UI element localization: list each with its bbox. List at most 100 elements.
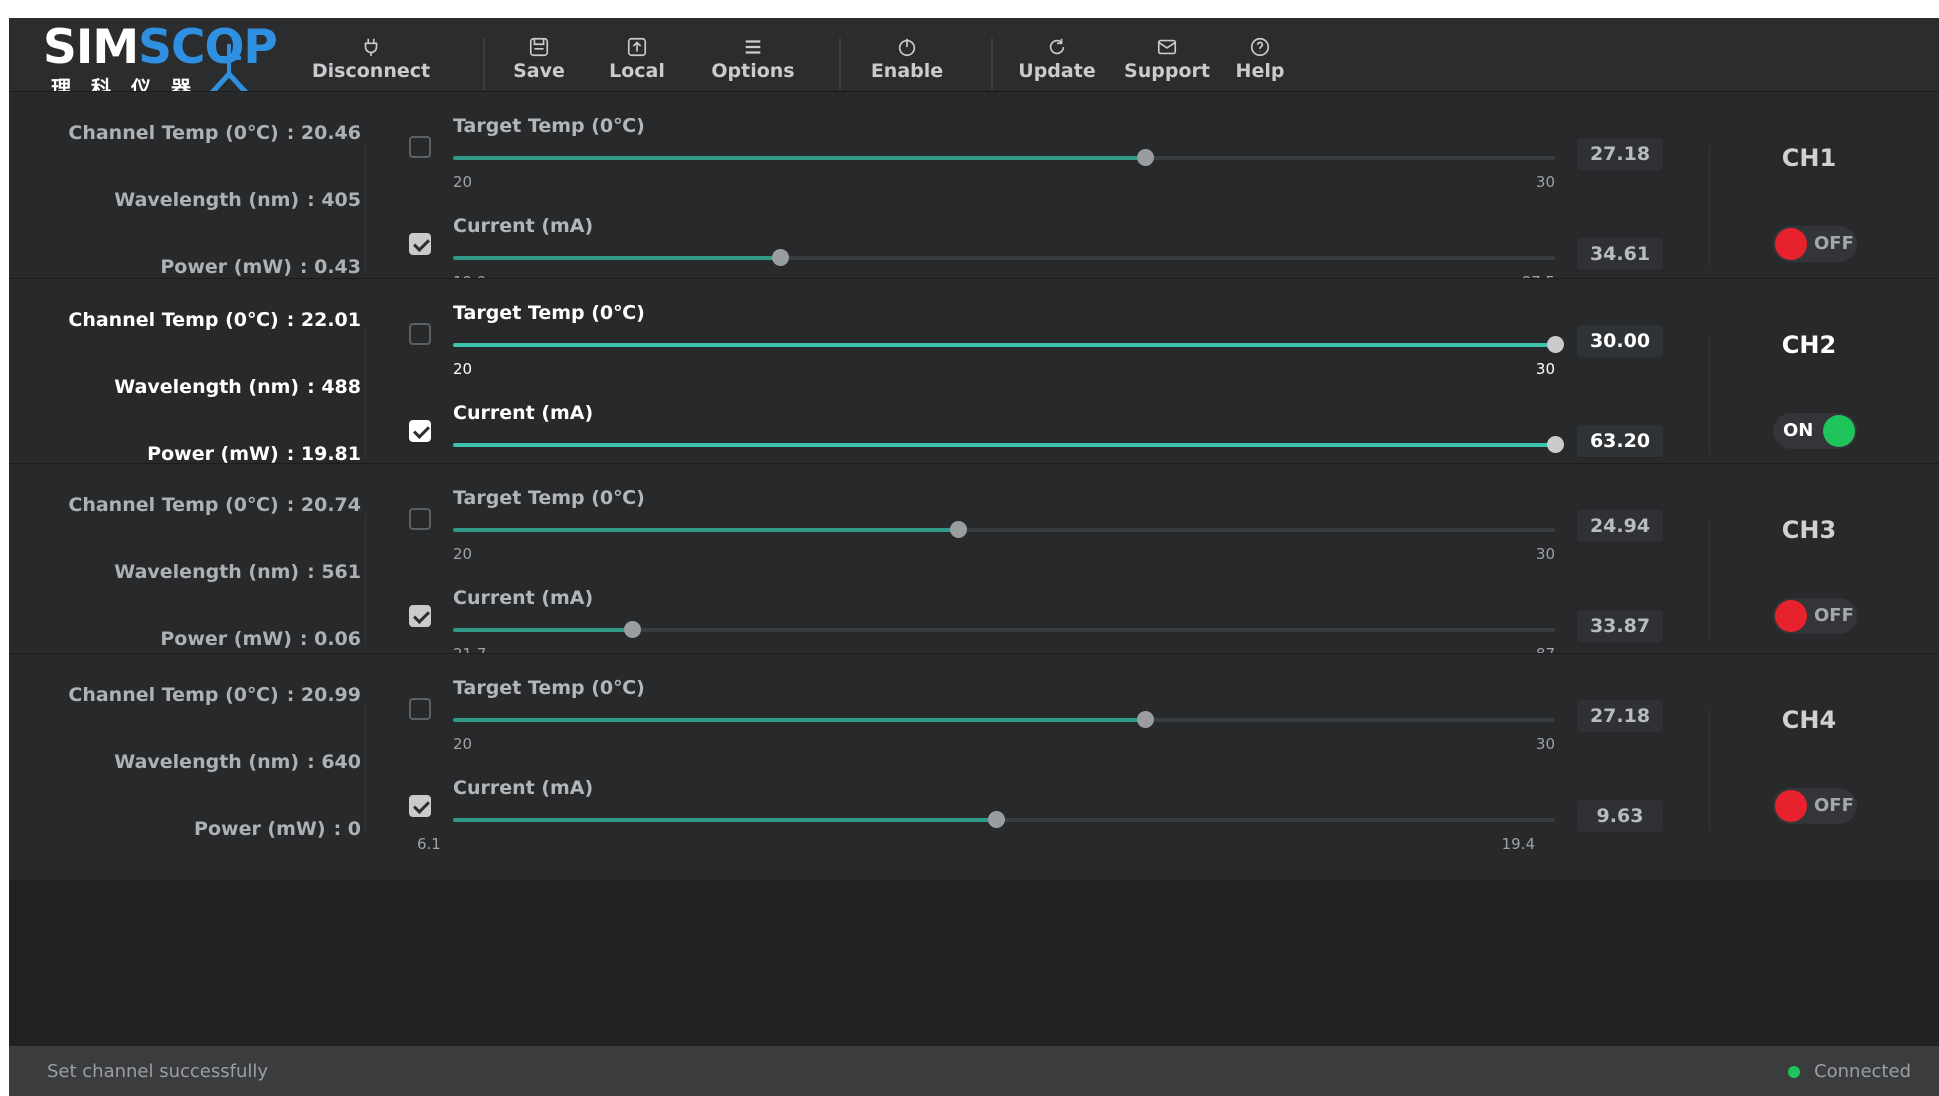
target-temp-min: 20 [453,545,473,563]
current-slider-fill [453,443,1555,447]
options-button[interactable]: Options [703,36,803,98]
channel-power-toggle[interactable]: OFF [1773,598,1857,634]
support-button[interactable]: Support [1117,36,1217,98]
current-label: Current (mA) [453,215,594,237]
power-value: : 0.06 [299,628,361,650]
current-slider-handle[interactable] [988,811,1006,828]
toggle-knob-icon [1823,415,1855,447]
channel-temp-value: : 20.99 [286,684,361,706]
panel-divider [365,704,366,834]
current-value-box[interactable]: 9.63 [1577,800,1663,832]
target-temp-checkbox[interactable] [409,323,431,345]
channel-temp-readout: Channel Temp (0℃): 20.74 [68,494,361,516]
current-label: Current (mA) [453,777,594,799]
current-slider[interactable] [453,811,1555,828]
channel-power-toggle[interactable]: OFF [1773,788,1857,824]
current-value-box[interactable]: 63.20 [1577,425,1663,457]
current-value-box[interactable]: 33.87 [1577,610,1663,642]
current-slider-fill [453,628,632,632]
target-temp-min: 20 [453,360,473,378]
help-button[interactable]: Help [1225,36,1295,98]
save-button[interactable]: Save [499,36,579,98]
current-checkbox[interactable] [409,795,431,817]
current-min: 6.1 [417,835,441,853]
target-temp-checkbox[interactable] [409,136,431,158]
channel-name: CH2 [1781,331,1837,359]
update-button[interactable]: Update [1007,36,1107,98]
menu-icon [745,40,761,54]
channel-temp-readout: Channel Temp (0℃): 20.46 [68,122,361,144]
target-temp-slider[interactable] [453,521,1555,538]
target-temp-checkbox[interactable] [409,508,431,530]
target-temp-slider-handle[interactable] [1137,149,1155,166]
current-checkbox[interactable] [409,420,431,442]
save-icon [529,37,549,57]
toolbar-divider [483,38,485,90]
target-temp-label: Target Temp (0℃) [453,677,645,699]
current-checkbox[interactable] [409,605,431,627]
current-checkbox[interactable] [409,233,431,255]
power-readout: Power (mW): 0.43 [160,256,361,278]
current-slider[interactable] [453,436,1564,453]
local-button[interactable]: Local [597,36,677,98]
power-label: Power (mW) [160,256,292,278]
current-label: Current (mA) [453,587,594,609]
connection-status: Connected [1788,1061,1911,1082]
power-readout: Power (mW): 19.81 [147,443,361,465]
current-slider-handle[interactable] [772,249,790,266]
current-slider-handle[interactable] [623,621,641,638]
target-temp-slider-handle[interactable] [1547,336,1564,353]
target-temp-label: Target Temp (0℃) [453,302,645,324]
target-temp-slider-fill [453,156,1146,160]
panel-divider [365,142,366,272]
logo-brand-white: SIM [43,20,139,75]
target-temp-slider-fill [453,528,958,532]
channel-power-toggle[interactable]: OFF [1773,226,1857,262]
target-temp-value-box[interactable]: 24.94 [1577,510,1663,542]
current-slider-fill [453,256,781,260]
target-temp-slider-handle[interactable] [949,521,967,538]
panel-divider [365,514,366,644]
disconnect-button[interactable]: Disconnect [309,36,433,98]
current-slider[interactable] [453,621,1555,638]
channel-panel-ch4: Channel Temp (0℃): 20.99 Wavelength (nm)… [9,653,1939,880]
current-slider-fill [453,818,997,822]
current-slider-handle[interactable] [1547,436,1564,453]
wavelength-value: : 405 [307,189,361,211]
toggle-state-label: OFF [1814,233,1854,254]
panel-divider [1709,709,1710,829]
mail-icon [1157,39,1177,55]
target-temp-value-box[interactable]: 27.18 [1577,700,1663,732]
target-temp-slider-fill [453,718,1146,722]
panel-divider [1709,334,1710,454]
toggle-state-label: OFF [1814,605,1854,626]
connection-label: Connected [1814,1061,1911,1082]
target-temp-slider[interactable] [453,149,1555,166]
toggle-knob-icon [1775,600,1807,632]
channel-temp-readout: Channel Temp (0℃): 20.99 [68,684,361,706]
target-temp-max: 30 [1535,545,1555,563]
channel-name: CH1 [1781,144,1837,172]
wavelength-readout: Wavelength (nm): 488 [114,376,361,398]
enable-button[interactable]: Enable [857,36,957,98]
toggle-knob-icon [1775,790,1807,822]
toggle-knob-icon [1775,228,1807,260]
target-temp-slider-handle[interactable] [1137,711,1155,728]
help-icon [1250,37,1270,57]
current-value-box[interactable]: 34.61 [1577,238,1663,270]
power-label: Power (mW) [194,818,326,840]
channel-readouts: Channel Temp (0℃): 20.99 Wavelength (nm)… [9,654,369,881]
target-temp-min: 20 [453,173,473,191]
target-temp-slider[interactable] [453,711,1555,728]
channel-temp-value: : 20.74 [286,494,361,516]
target-temp-checkbox[interactable] [409,698,431,720]
channel-power-toggle[interactable]: ON [1773,413,1857,449]
target-temp-value-box[interactable]: 30.00 [1577,325,1663,357]
target-temp-value-box[interactable]: 27.18 [1577,138,1663,170]
wavelength-value: : 488 [307,376,361,398]
channel-name: CH3 [1781,516,1837,544]
panel-divider [1709,519,1710,639]
current-slider[interactable] [453,249,1555,266]
panel-divider [365,329,366,459]
target-temp-slider[interactable] [453,336,1564,353]
